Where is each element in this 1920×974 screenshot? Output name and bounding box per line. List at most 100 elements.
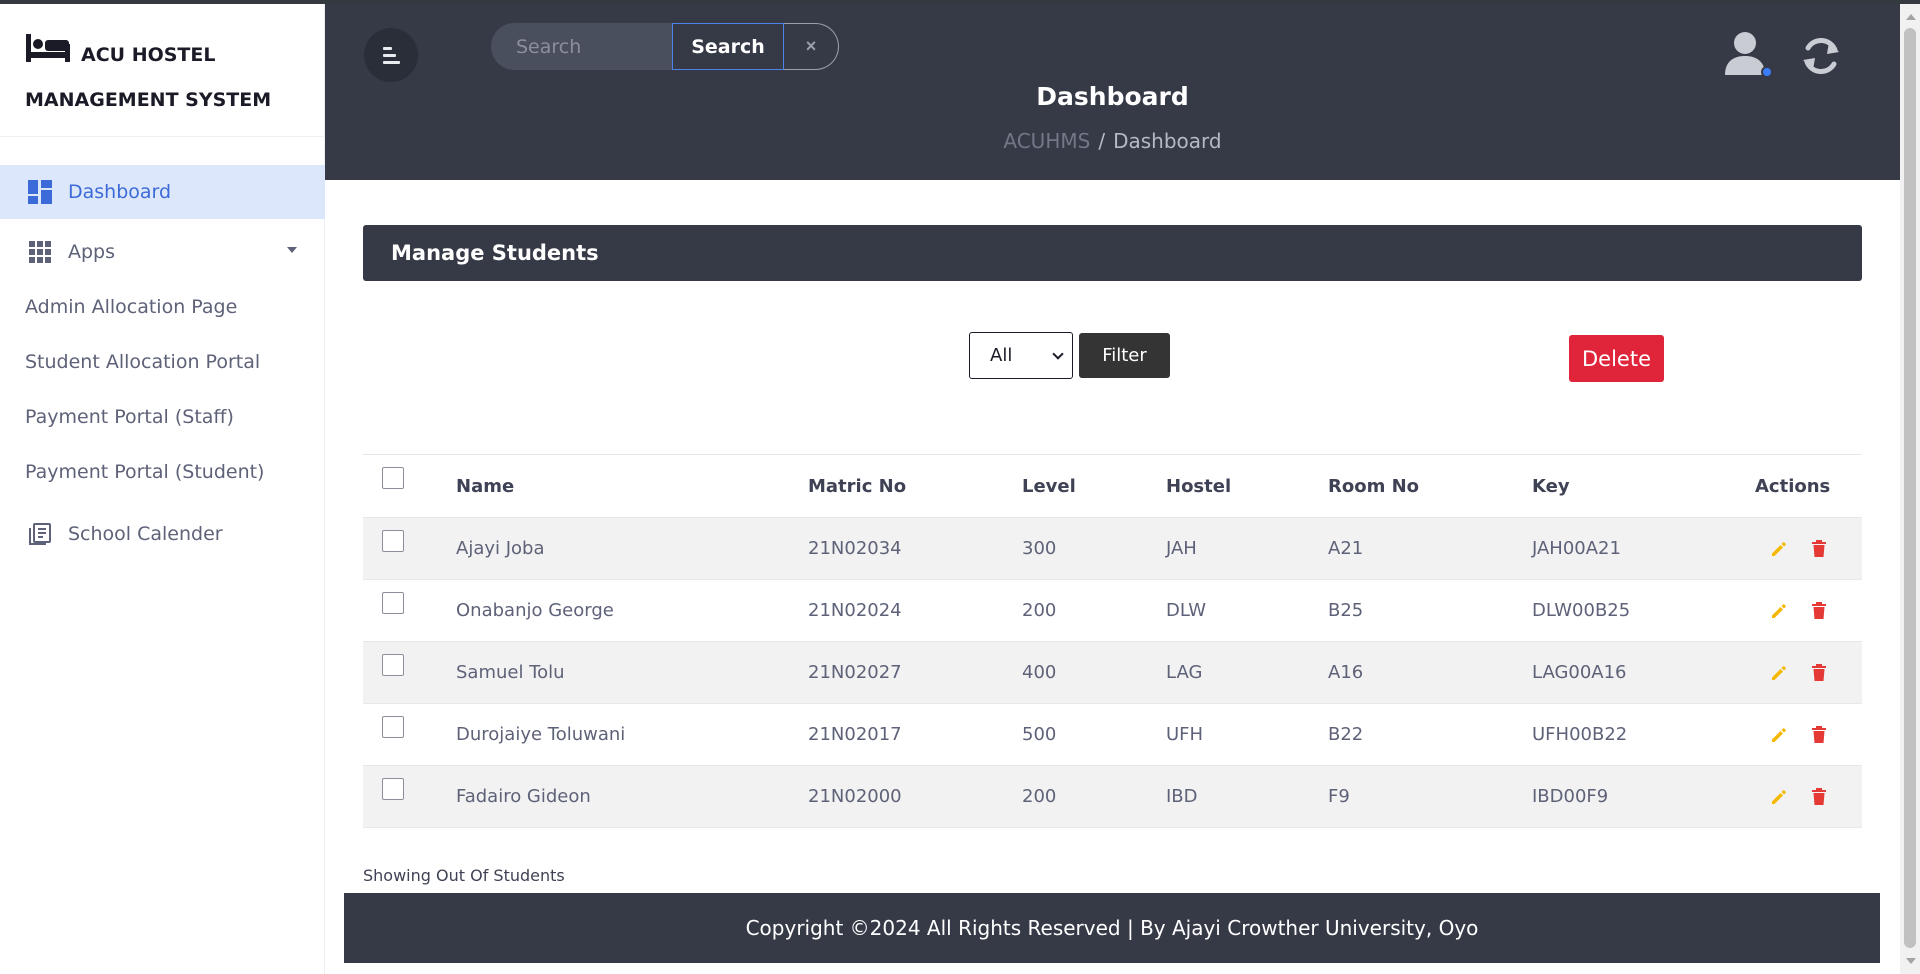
breadcrumb-root[interactable]: ACUHMS [1003,129,1090,153]
cell-hostel: DLW [1166,600,1207,621]
refresh-icon[interactable] [1799,34,1843,78]
cell-name: Onabanjo George [456,600,614,621]
row-checkbox[interactable] [382,653,404,676]
cell-matric: 21N02027 [808,662,902,683]
sidebar-link-admin-allocation[interactable]: Admin Allocation Page [25,296,237,318]
sidebar: ACU HOSTEL MANAGEMENT SYSTEM Dashboard A… [0,4,325,974]
column-header-room: Room No [1328,475,1420,497]
menu-line [383,53,396,57]
row-select-cell [382,572,404,633]
cell-level: 400 [1022,662,1057,683]
breadcrumb-current: Dashboard [1113,129,1222,153]
breadcrumb: ACUHMS / Dashboard [325,129,1900,153]
cell-hostel: UFH [1166,724,1204,745]
row-select-cell [382,510,404,571]
row-actions [1769,704,1829,765]
edit-pencil-icon[interactable] [1769,601,1789,621]
scroll-down-arrow-icon[interactable] [1906,958,1916,964]
table-row: Durojaiye Toluwani 21N02017 500 UFH B22 UFH00… [363,704,1862,766]
cell-hostel: IBD [1166,786,1198,807]
table-row: Ajayi Joba 21N02034 300 JAH A21 JAH00A21 [363,518,1862,580]
search-input[interactable] [491,23,672,70]
breadcrumb-separator: / [1098,129,1106,153]
edit-pencil-icon[interactable] [1769,787,1789,807]
row-checkbox[interactable] [382,529,404,552]
brand[interactable]: ACU HOSTEL MANAGEMENT SYSTEM [25,32,315,121]
row-checkbox[interactable] [382,777,404,800]
delete-trash-icon[interactable] [1809,663,1829,683]
cell-level: 500 [1022,724,1057,745]
vertical-scrollbar[interactable] [1900,4,1920,974]
cell-room: B22 [1328,724,1364,745]
cell-name: Fadairo Gideon [456,786,591,807]
column-header-level: Level [1022,475,1076,497]
cell-level: 200 [1022,600,1057,621]
row-actions [1769,518,1829,579]
table-row: Fadairo Gideon 21N02000 200 IBD F9 IBD00F9 [363,766,1862,828]
sidebar-item-school-calendar[interactable]: School Calender [0,507,325,561]
online-status-dot [1761,66,1773,78]
select-all-cell [382,447,404,509]
search-button[interactable]: Search [672,23,784,70]
delete-trash-icon[interactable] [1809,539,1829,559]
column-header-name: Name [456,475,515,497]
table-row: Onabanjo George 21N02024 200 DLW B25 DLW00B25 [363,580,1862,642]
cell-room: A16 [1328,662,1364,683]
table-row: Samuel Tolu 21N02027 400 LAG A16 LAG00A16 [363,642,1862,704]
clear-search-button[interactable]: × [784,23,839,70]
select-all-checkbox[interactable] [382,467,404,489]
card-title: Manage Students [363,225,1862,281]
row-checkbox[interactable] [382,591,404,614]
column-header-hostel: Hostel [1166,475,1232,497]
row-actions [1769,580,1829,641]
cell-matric: 21N02000 [808,786,902,807]
brand-divider [0,136,325,137]
sidebar-link-student-allocation[interactable]: Student Allocation Portal [25,351,260,373]
search-bar: Search × [491,23,839,70]
sidebar-item-dashboard[interactable]: Dashboard [0,165,325,219]
row-checkbox[interactable] [382,715,404,738]
cell-room: A21 [1328,538,1364,559]
column-header-key: Key [1532,475,1570,497]
delete-trash-icon[interactable] [1809,601,1829,621]
apps-grid-icon [27,239,53,265]
filter-selected-value: All [990,345,1013,366]
row-select-cell [382,696,404,757]
sidebar-link-payment-staff[interactable]: Payment Portal (Staff) [25,406,234,428]
delete-trash-icon[interactable] [1809,725,1829,745]
menu-line [383,46,392,50]
row-actions [1769,642,1829,703]
delete-button[interactable]: Delete [1569,335,1664,382]
cell-hostel: JAH [1166,538,1197,559]
cell-key: UFH00B22 [1532,724,1628,745]
cell-matric: 21N02017 [808,724,902,745]
sidebar-item-apps[interactable]: Apps [0,225,325,279]
cell-key: DLW00B25 [1532,600,1631,621]
showing-count-text: Showing Out Of Students [363,866,565,885]
chevron-down-icon [1052,348,1064,360]
scrollbar-thumb[interactable] [1904,28,1916,948]
dashboard-icon [27,179,53,205]
sidebar-item-label: School Calender [68,523,223,545]
filter-button[interactable]: Filter [1079,333,1170,378]
sidebar-toggle-button[interactable] [364,28,418,82]
column-header-matric: Matric No [808,475,907,497]
cell-room: F9 [1328,786,1350,807]
students-table: Name Matric No Level Hostel Room No Key … [363,454,1862,828]
edit-pencil-icon[interactable] [1769,725,1789,745]
cell-name: Samuel Tolu [456,662,565,683]
edit-pencil-icon[interactable] [1769,663,1789,683]
cell-level: 300 [1022,538,1057,559]
edit-pencil-icon[interactable] [1769,539,1789,559]
cell-key: IBD00F9 [1532,786,1609,807]
cell-key: JAH00A21 [1532,538,1621,559]
delete-trash-icon[interactable] [1809,787,1829,807]
cell-room: B25 [1328,600,1364,621]
filter-select[interactable]: All [969,332,1073,379]
scroll-up-arrow-icon[interactable] [1906,14,1916,20]
row-select-cell [382,634,404,695]
cell-hostel: LAG [1166,662,1203,683]
row-select-cell [382,758,404,819]
cell-name: Ajayi Joba [456,538,545,559]
sidebar-link-payment-student[interactable]: Payment Portal (Student) [25,461,264,483]
